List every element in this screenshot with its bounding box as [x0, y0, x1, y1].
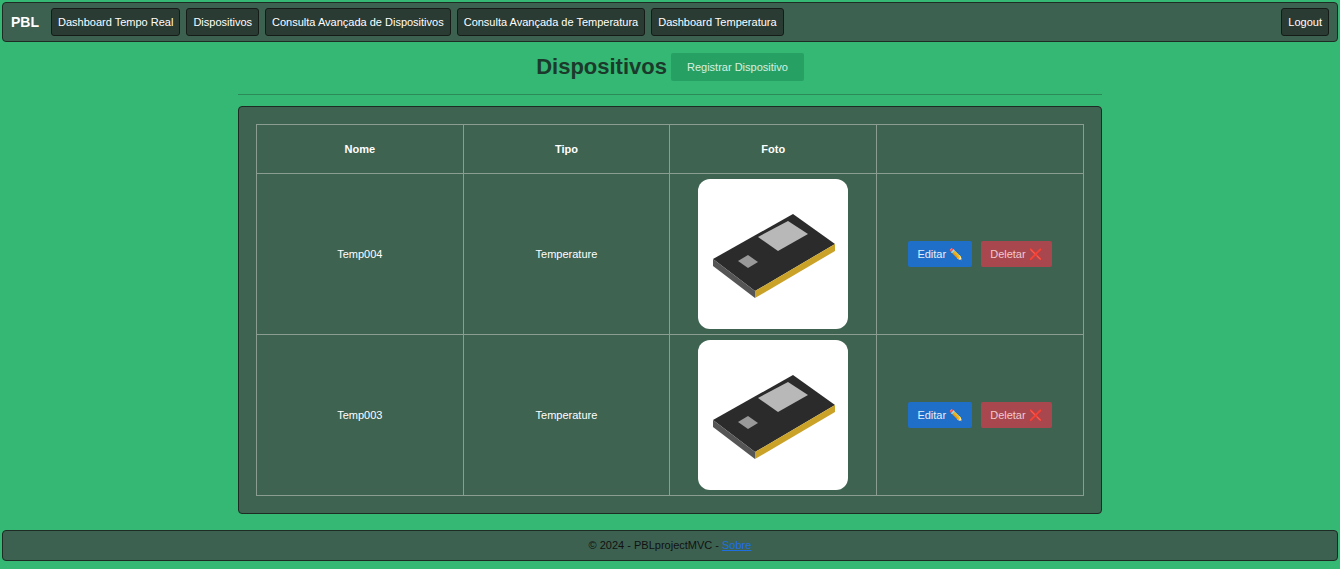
column-header: Nome [257, 125, 464, 174]
navbar: PBLDashboard Tempo RealDispositivosConsu… [2, 2, 1338, 42]
device-name: Temp004 [257, 174, 464, 335]
edit-button[interactable]: Editar ✏️ [908, 402, 972, 428]
register-button[interactable]: Registrar Dispositivo [671, 53, 804, 81]
page-header: DispositivosRegistrar Dispositivo [238, 53, 1102, 81]
board-icon [703, 199, 843, 309]
column-header: Foto [670, 125, 877, 174]
board-icon [703, 360, 843, 470]
column-header: Tipo [463, 125, 670, 174]
nav-link[interactable]: Dashboard Tempo Real [51, 8, 180, 36]
actions-cell: Editar ✏️ Deletar ❌ [877, 335, 1084, 496]
page-title: Dispositivos [536, 53, 667, 81]
edit-button[interactable]: Editar ✏️ [908, 241, 972, 267]
actions-cell: Editar ✏️ Deletar ❌ [877, 174, 1084, 335]
devices-panel: NomeTipoFotoTemp004TemperatureEditar ✏️D… [238, 106, 1102, 514]
device-name: Temp003 [257, 335, 464, 496]
divider [238, 94, 1102, 95]
device-type: Temperature [463, 335, 670, 496]
about-link[interactable]: Sobre [722, 537, 751, 554]
photo-cell [670, 174, 877, 335]
devices-table: NomeTipoFotoTemp004TemperatureEditar ✏️D… [256, 124, 1084, 496]
nav-link[interactable]: Dashboard Temperatura [651, 8, 783, 36]
device-photo [698, 340, 848, 490]
column-header [877, 125, 1084, 174]
device-photo [698, 179, 848, 329]
table-row: Temp003Temperature Editar ✏️ Deletar ❌ [257, 335, 1084, 496]
main-content: DispositivosRegistrar Dispositivo NomeTip… [238, 53, 1102, 514]
logout-button[interactable]: Logout [1281, 8, 1329, 36]
nav-link[interactable]: Dispositivos [186, 8, 259, 36]
photo-cell [670, 335, 877, 496]
footer-text: © 2024 - PBLprojectMVC - [589, 537, 722, 554]
footer: © 2024 - PBLprojectMVC - Sobre [2, 530, 1338, 561]
header-row: NomeTipoFoto [257, 125, 1084, 174]
nav-link[interactable]: Consulta Avançada de Temperatura [457, 8, 646, 36]
table-row: Temp004Temperature Editar ✏️ Deletar ❌ [257, 174, 1084, 335]
nav-link[interactable]: Consulta Avançada de Dispositivos [265, 8, 451, 36]
brand[interactable]: PBL [11, 12, 39, 33]
device-type: Temperature [463, 174, 670, 335]
delete-button[interactable]: Deletar ❌ [981, 402, 1052, 428]
delete-button[interactable]: Deletar ❌ [981, 241, 1052, 267]
